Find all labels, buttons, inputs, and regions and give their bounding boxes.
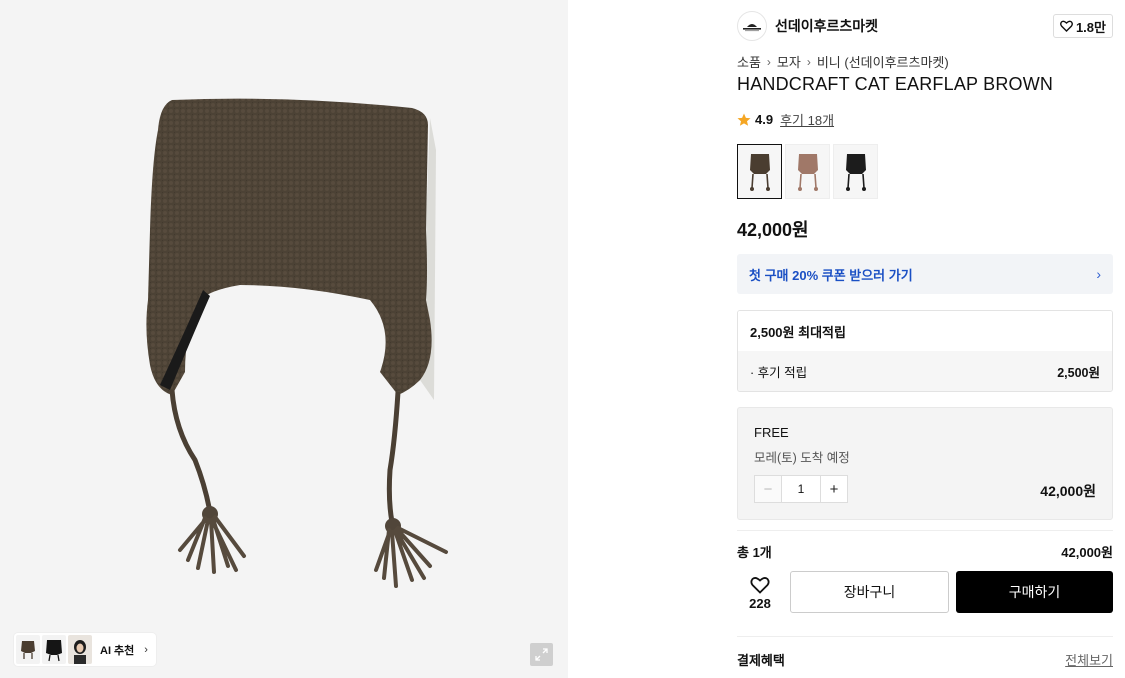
swatch-pink[interactable]	[785, 144, 830, 199]
quantity-stepper: − 1 +	[754, 475, 848, 503]
swatch-hat-image	[845, 153, 866, 191]
chevron-right-icon: ›	[806, 54, 811, 69]
brand-name[interactable]: 선데이후르츠마켓	[775, 16, 878, 36]
thumbnail-model-photo[interactable]	[68, 635, 92, 664]
add-to-cart-button[interactable]: 장바구니	[790, 571, 949, 613]
chevron-right-icon: ›	[766, 54, 771, 69]
total-label: 총 1개	[737, 545, 772, 560]
product-title: HANDCRAFT CAT EARFLAP BROWN	[737, 74, 1054, 94]
option-name: FREE	[754, 425, 789, 440]
points-box: 2,500원 최대적립 · 후기 적립 2,500원	[737, 310, 1113, 392]
swatch-black[interactable]	[833, 144, 878, 199]
breadcrumb-item[interactable]: 소품	[737, 52, 761, 71]
total-row: 총 1개 42,000원	[737, 542, 1113, 561]
reviews-link[interactable]: 후기 18개	[780, 110, 834, 129]
total-value: 42,000원	[1061, 545, 1113, 560]
payment-benefits-row: 결제혜택 전체보기	[737, 650, 1113, 669]
points-row: · 후기 적립 2,500원	[738, 351, 1112, 391]
brand-like-button[interactable]: 1.8만	[1052, 14, 1113, 38]
expand-icon	[535, 648, 548, 661]
first-purchase-coupon-banner[interactable]: 첫 구매 20% 쿠폰 받으러 가기 ›	[737, 254, 1113, 294]
product-image-gallery: AI 추천 ›	[0, 0, 568, 678]
thumbnail-hat-brown[interactable]	[16, 635, 40, 664]
payment-benefits-title: 결제혜택	[737, 653, 785, 668]
heart-icon	[1060, 20, 1073, 32]
ai-recommend-label[interactable]: AI 추천	[100, 642, 134, 658]
brand-logo[interactable]	[737, 11, 767, 41]
breadcrumb-item[interactable]: 모자	[777, 52, 801, 71]
points-row-label: · 후기 적립	[750, 365, 808, 380]
breadcrumb: 소품 › 모자 › 비니 (선데이후르츠마켓)	[737, 52, 949, 71]
heart-icon	[750, 576, 770, 594]
divider	[737, 530, 1113, 531]
thumbnail-strip[interactable]: AI 추천 ›	[14, 633, 156, 666]
chevron-right-icon: ›	[1096, 266, 1101, 282]
chevron-right-icon: ›	[144, 643, 148, 656]
brand-like-count: 1.8만	[1075, 19, 1106, 35]
increase-quantity-button[interactable]: +	[821, 476, 847, 502]
brand-row: 선데이후르츠마켓 1.8만	[737, 10, 1113, 42]
divider	[737, 636, 1113, 637]
swatch-hat-image	[749, 153, 770, 191]
buy-now-button[interactable]: 구매하기	[956, 571, 1113, 613]
expand-image-button[interactable]	[530, 643, 553, 666]
rating-value: 4.9	[755, 112, 774, 127]
points-header: 2,500원 최대적립	[738, 311, 1112, 351]
gallery-gutter	[568, 0, 721, 678]
swatch-hat-image	[797, 153, 818, 191]
option-price: 42,000원	[1040, 483, 1096, 499]
decrease-quantity-button[interactable]: −	[755, 476, 781, 502]
color-swatches	[737, 144, 878, 199]
selected-option-box: FREE 모레(토) 도착 예정 − 1 + 42,000원	[737, 407, 1113, 520]
swatch-brown[interactable]	[737, 144, 782, 199]
coupon-label: 첫 구매 20% 쿠폰 받으러 가기	[749, 267, 913, 283]
product-price: 42,000원	[737, 220, 809, 240]
delivery-estimate: 모레(토) 도착 예정	[754, 451, 850, 465]
rating-row: 4.9 후기 18개	[737, 110, 834, 129]
brand-logo-icon	[743, 24, 761, 32]
star-icon	[737, 113, 751, 126]
thumbnail-hat-black[interactable]	[42, 635, 66, 664]
breadcrumb-item[interactable]: 비니 (선데이후르츠마켓)	[817, 52, 949, 71]
wishlist-button[interactable]: 228	[737, 572, 783, 614]
quantity-value[interactable]: 1	[781, 476, 821, 502]
product-info-panel: 선데이후르츠마켓 1.8만 소품 › 모자 › 비니 (선데이후르츠마켓) HA…	[737, 0, 1113, 678]
wishlist-count: 228	[749, 595, 771, 611]
view-all-link[interactable]: 전체보기	[1065, 650, 1113, 669]
points-row-value: 2,500원	[1057, 365, 1100, 380]
product-image	[146, 98, 448, 588]
